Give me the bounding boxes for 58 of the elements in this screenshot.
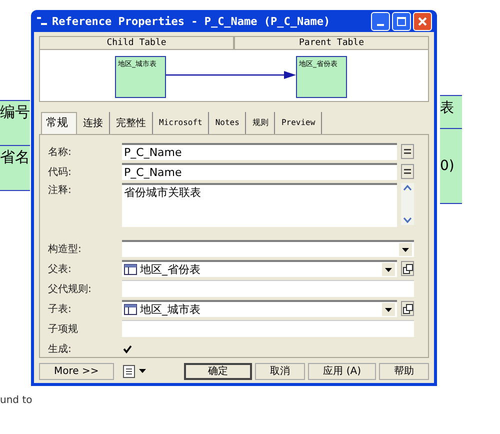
field-label: 子项规: [48, 322, 79, 336]
dropdown-value: 地区_省份表: [140, 262, 202, 278]
close-icon: [418, 16, 427, 26]
help-button[interactable]: 帮助: [379, 362, 429, 380]
dropdown[interactable]: 地区_省份表: [122, 260, 397, 277]
field-label: 注释:: [48, 184, 72, 197]
text-field[interactable]: [122, 280, 414, 297]
caret-icon: [385, 268, 392, 272]
caret-icon: [385, 308, 392, 312]
properties-button[interactable]: [401, 301, 414, 316]
cancel-button[interactable]: 取消: [255, 362, 306, 380]
table-cell: 表: [440, 96, 462, 129]
list-icon: [122, 364, 135, 378]
windows-icon: [402, 304, 412, 314]
equals-button[interactable]: [401, 164, 414, 179]
table-cell: 编号: [0, 101, 30, 146]
field-label: 子表:: [48, 302, 72, 316]
text-field[interactable]: [122, 320, 414, 337]
field-label: 名称:: [48, 146, 72, 158]
close-button[interactable]: [413, 12, 432, 30]
dropdown-value: 地区_城市表: [140, 302, 202, 318]
maximize-icon: [397, 16, 406, 26]
field-label: 父表:: [48, 262, 72, 276]
minimize-button[interactable]: [371, 12, 390, 30]
dropdown[interactable]: [122, 240, 414, 257]
window-title: Reference Properties - P_C_Name (P_C_Name): [52, 14, 332, 28]
properties-button[interactable]: [401, 261, 414, 276]
checkbox[interactable]: [122, 344, 133, 354]
comment-field[interactable]: 省份城市关联表: [122, 183, 397, 227]
column-header: Child Table: [39, 36, 234, 50]
more-button[interactable]: More >>: [39, 362, 114, 380]
scrollbar[interactable]: [401, 183, 414, 225]
apply-button[interactable]: 应用 (A): [308, 362, 376, 380]
table-icon: [124, 264, 137, 275]
equals-icon: [404, 169, 411, 174]
equals-button[interactable]: [401, 144, 414, 159]
table-cell: 0): [440, 129, 462, 204]
column-header: Parent Table: [234, 36, 429, 50]
field-label: 生成:: [48, 342, 72, 356]
check-icon: [123, 344, 132, 354]
tab[interactable]: 常规: [41, 112, 77, 134]
field-label: 父代规则:: [48, 282, 92, 296]
text-field[interactable]: P_C_Name: [122, 143, 397, 160]
equals-icon: [404, 149, 411, 154]
minimize-icon: [377, 24, 384, 26]
caret-icon: [138, 369, 146, 373]
caret-icon: [402, 248, 409, 252]
dropdown[interactable]: 地区_城市表: [122, 300, 397, 317]
field-label: 构造型:: [48, 242, 82, 256]
field-label: 代码:: [48, 166, 72, 178]
app-icon: [36, 15, 48, 27]
status-text: und to: [0, 395, 32, 406]
text-field[interactable]: P_C_Name: [122, 163, 397, 180]
table-icon: [124, 304, 137, 315]
windows-icon: [402, 264, 412, 274]
maximize-button[interactable]: [392, 12, 411, 30]
ok-button[interactable]: 确定: [184, 362, 252, 380]
table-cell: 省名: [0, 146, 30, 191]
